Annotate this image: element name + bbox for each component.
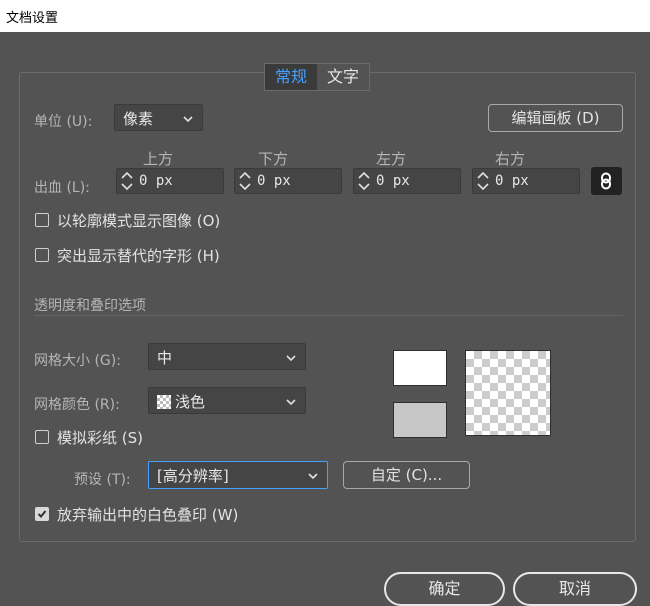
grid-size-value: 中	[157, 349, 173, 367]
chevron-down-icon	[286, 355, 296, 362]
bleed-label: 出血 (L):	[34, 180, 90, 196]
grid-size-select[interactable]: 中	[148, 343, 306, 370]
chevron-down-icon	[286, 399, 296, 406]
stepper-icon[interactable]	[117, 169, 137, 193]
preset-value: [高分辨率]	[157, 467, 229, 485]
preset-select[interactable]: [高分辨率]	[148, 461, 328, 489]
bleed-right-field[interactable]: 0 px	[472, 168, 580, 194]
discard-white-overprint-checkbox[interactable]	[35, 507, 49, 521]
checkmark-icon	[37, 510, 47, 518]
custom-button[interactable]: 自定 (C)...	[343, 461, 470, 489]
outline-mode-label: 以轮廓模式显示图像 (O)	[57, 212, 221, 230]
bleed-right-value: 0 px	[495, 173, 529, 189]
transparency-section-title: 透明度和叠印选项	[34, 298, 146, 314]
edit-artboards-button[interactable]: 编辑画板 (D)	[488, 104, 623, 132]
tab-bar: 常规 文字	[264, 63, 371, 91]
title-bar: 文档设置	[0, 0, 650, 32]
section-divider	[34, 315, 623, 316]
grid-size-label: 网格大小 (G):	[34, 353, 121, 369]
discard-white-overprint-label: 放弃输出中的白色叠印 (W)	[57, 506, 239, 524]
bleed-left-caption: 左方	[376, 150, 407, 168]
stepper-icon[interactable]	[473, 169, 493, 193]
checker-swatch-icon	[157, 395, 171, 409]
simulate-paper-label: 模拟彩纸 (S)	[57, 429, 143, 447]
ok-button[interactable]: 确定	[384, 572, 505, 606]
stepper-icon[interactable]	[235, 169, 255, 193]
chevron-down-icon	[183, 116, 193, 123]
tab-general[interactable]: 常规	[265, 64, 318, 90]
outline-mode-checkbox[interactable]	[35, 213, 49, 227]
simulate-paper-checkbox[interactable]	[35, 430, 49, 444]
stepper-icon[interactable]	[354, 169, 374, 193]
cancel-button[interactable]: 取消	[513, 572, 637, 606]
highlight-glyphs-checkbox[interactable]	[35, 248, 49, 262]
bleed-bottom-field[interactable]: 0 px	[234, 168, 342, 194]
bleed-top-field[interactable]: 0 px	[116, 168, 224, 194]
bleed-left-value: 0 px	[376, 173, 410, 189]
grid-color-swatch-dark[interactable]	[393, 402, 447, 438]
bleed-bottom-caption: 下方	[258, 150, 289, 168]
grid-color-select[interactable]: 浅色	[148, 387, 306, 414]
units-value: 像素	[123, 110, 154, 128]
chevron-down-icon	[308, 473, 318, 480]
units-label: 单位 (U):	[34, 114, 93, 130]
window-title: 文档设置	[6, 11, 59, 26]
bleed-bottom-value: 0 px	[257, 173, 291, 189]
bleed-left-field[interactable]: 0 px	[353, 168, 461, 194]
grid-color-swatch-light[interactable]	[393, 350, 447, 386]
tab-type[interactable]: 文字	[317, 64, 369, 90]
grid-color-value: 浅色	[175, 393, 206, 411]
bleed-top-value: 0 px	[139, 173, 173, 189]
bleed-top-caption: 上方	[143, 150, 174, 168]
link-bleed-button[interactable]	[591, 167, 622, 195]
preset-label: 预设 (T):	[74, 472, 131, 488]
chain-link-icon	[601, 172, 611, 190]
grid-color-label: 网格颜色 (R):	[34, 397, 120, 413]
units-select[interactable]: 像素	[114, 104, 203, 131]
highlight-glyphs-label: 突出显示替代的字形 (H)	[57, 247, 220, 265]
grid-color-selected: 浅色	[157, 391, 205, 412]
transparency-grid-preview	[465, 350, 551, 436]
bleed-right-caption: 右方	[495, 150, 526, 168]
